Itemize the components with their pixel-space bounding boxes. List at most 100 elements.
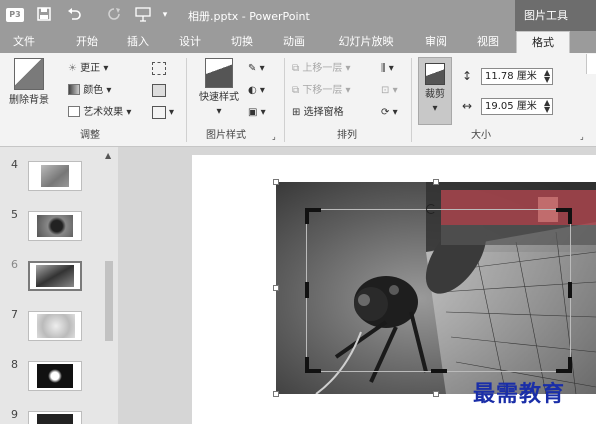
dialog-launcher-icon[interactable]: ⌟ — [272, 130, 276, 144]
quick-styles-icon — [205, 58, 233, 88]
effects-icon: ◐ — [248, 85, 257, 96]
thumbnail-picture — [37, 215, 73, 237]
slide-thumbnail[interactable] — [28, 161, 82, 191]
adjust-group-label: 调整 — [80, 130, 100, 141]
crop-handle-right[interactable] — [568, 282, 572, 298]
corrections-button[interactable]: ☀ 更正 ▾ — [68, 62, 108, 76]
picture-border-button[interactable]: ✎ ▾ — [248, 62, 265, 76]
chevron-down-icon: ▾ — [103, 63, 109, 74]
group-objects-button[interactable]: ⊡ ▾ — [381, 84, 398, 98]
crop-button[interactable]: 裁剪 ▾ — [418, 57, 452, 125]
width-field[interactable]: 19.05 厘米 — [481, 98, 553, 115]
crop-handle-top-left[interactable] — [305, 208, 321, 224]
arrange-group-label: 排列 — [337, 130, 357, 141]
ribbon-scroll-edge — [586, 54, 596, 74]
crop-handle-top-right[interactable] — [556, 208, 572, 224]
tab-home[interactable]: 开始 — [68, 31, 106, 53]
resize-handle-bottom[interactable] — [433, 391, 439, 397]
title-bar: P3 ▾ 相册.pptx - PowerPoint — [0, 0, 596, 31]
slide-thumbnail[interactable] — [28, 411, 82, 424]
dialog-launcher-icon[interactable]: ⌟ — [580, 130, 584, 144]
dragonfly-picture[interactable] — [276, 182, 596, 394]
slide-thumbnail[interactable] — [28, 361, 82, 391]
rotate-button[interactable]: ⟳ ▾ — [381, 106, 398, 120]
tab-slideshow[interactable]: 幻灯片放映 — [331, 31, 401, 53]
resize-handle-top-left[interactable] — [273, 179, 279, 185]
compress-pictures-icon[interactable] — [152, 62, 166, 75]
save-icon[interactable] — [36, 7, 52, 26]
width-icon: ↔ — [462, 99, 473, 113]
reset-dropdown-icon[interactable]: ▾ — [169, 106, 174, 120]
tab-insert[interactable]: 插入 — [119, 31, 157, 53]
group-divider — [186, 58, 187, 142]
tab-view[interactable]: 视图 — [469, 31, 507, 53]
remove-background-button[interactable]: 删除背景 — [4, 58, 54, 112]
tab-transitions[interactable]: 切换 — [223, 31, 261, 53]
bring-forward-label: 上移一层 — [302, 63, 343, 74]
tab-format[interactable]: 格式 — [516, 31, 570, 54]
selection-pane-button[interactable]: ⊞ 选择窗格 — [292, 106, 344, 120]
rotate-handle-icon[interactable] — [426, 204, 436, 214]
height-field[interactable]: 11.78 厘米 — [481, 68, 553, 85]
crop-handle-bottom[interactable] — [431, 369, 447, 373]
tab-review[interactable]: 审阅 — [417, 31, 455, 53]
color-palette-icon — [68, 84, 80, 95]
chevron-down-icon: ▾ — [432, 103, 438, 114]
chevron-down-icon: ▾ — [126, 107, 132, 118]
align-icon: ⫼ — [381, 63, 386, 74]
chevron-down-icon: ▾ — [388, 63, 394, 74]
customize-qat-icon[interactable]: ▾ — [160, 7, 170, 23]
quick-styles-button[interactable]: 快速样式 ▾ — [193, 58, 245, 124]
slide-thumbnail[interactable] — [28, 311, 82, 341]
artistic-effects-icon — [68, 106, 80, 117]
align-button[interactable]: ⫼ ▾ — [381, 62, 394, 76]
artistic-effects-button[interactable]: 艺术效果 ▾ — [68, 106, 131, 120]
undo-icon[interactable] — [66, 7, 82, 26]
picture-layout-button[interactable]: ▣ ▾ — [248, 106, 266, 120]
group-divider — [284, 58, 285, 142]
present-from-start-icon[interactable] — [134, 7, 152, 27]
resize-handle-top[interactable] — [433, 179, 439, 185]
crop-region-frame[interactable] — [306, 209, 571, 372]
tab-animations[interactable]: 动画 — [275, 31, 313, 53]
resize-handle-left[interactable] — [273, 285, 279, 291]
picture-tools-context-tab: 图片工具 — [515, 0, 596, 31]
picture-effects-button[interactable]: ◐ ▾ — [248, 84, 265, 98]
sun-icon: ☀ — [68, 63, 77, 74]
send-backward-button[interactable]: ⧉ 下移一层 ▾ — [292, 84, 351, 98]
crop-handle-bottom-left[interactable] — [305, 357, 321, 373]
quick-styles-label: 快速样式 — [199, 92, 239, 103]
reset-picture-icon[interactable] — [152, 106, 166, 119]
powerpoint-window: P3 ▾ 相册.pptx - PowerPoint 图片工具 文件 开始 插入 … — [0, 0, 596, 424]
resize-handle-bottom-left[interactable] — [273, 391, 279, 397]
size-group-label: 大小 — [471, 130, 491, 141]
chevron-down-icon: ▾ — [216, 106, 222, 117]
color-button[interactable]: 颜色 ▾ — [68, 84, 111, 98]
tab-file[interactable]: 文件 — [4, 31, 44, 53]
window-title: 相册.pptx - PowerPoint — [188, 10, 310, 23]
scrollbar-thumb[interactable] — [105, 261, 113, 341]
thumbnail-picture — [37, 414, 73, 424]
app-badge: P3 — [6, 8, 24, 22]
thumbnail-picture — [37, 364, 73, 388]
color-label: 颜色 — [83, 85, 104, 96]
bring-forward-button[interactable]: ⧉ 上移一层 ▾ — [292, 62, 351, 76]
slide-thumbnail[interactable] — [28, 211, 82, 241]
chevron-down-icon: ▾ — [259, 63, 265, 74]
height-stepper-icon[interactable]: ▲ ▼ — [544, 69, 550, 84]
rotate-icon: ⟳ — [381, 107, 390, 118]
selection-pane-label: 选择窗格 — [303, 107, 344, 118]
width-stepper-icon[interactable]: ▲ ▼ — [544, 99, 550, 114]
picture-styles-group-label: 图片样式 — [206, 130, 246, 141]
slide-thumbnail-selected[interactable] — [28, 261, 82, 291]
thumbnail-scrollbar[interactable]: ▲ — [102, 151, 116, 424]
chevron-down-icon: ▾ — [260, 107, 266, 118]
slide-number: 7 — [11, 308, 18, 321]
tab-design[interactable]: 设计 — [171, 31, 209, 53]
crop-handle-bottom-right[interactable] — [556, 357, 572, 373]
redo-icon[interactable] — [106, 7, 122, 26]
change-picture-icon[interactable] — [152, 84, 166, 97]
crop-handle-left[interactable] — [305, 282, 309, 298]
scroll-up-icon[interactable]: ▲ — [105, 151, 111, 160]
slide-number: 6 — [11, 258, 18, 271]
